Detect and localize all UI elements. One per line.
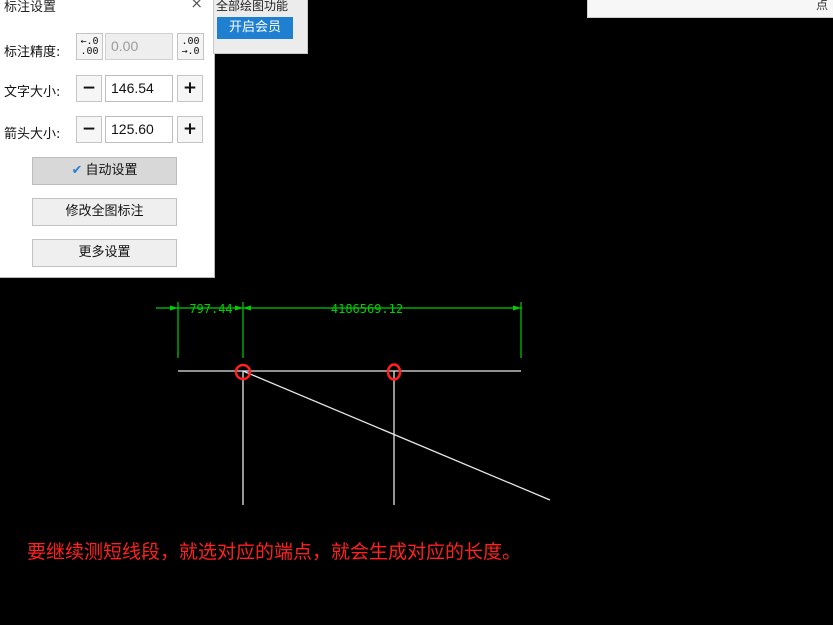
diagonal-line: [242, 370, 551, 501]
arrowhead-left: [170, 305, 178, 311]
cad-drawing-canvas[interactable]: 797.44 4186569.12: [0, 0, 833, 625]
tutorial-caption: 要继续测短线段，就选对应的端点，就会生成对应的长度。: [27, 541, 522, 563]
endpoint-markers[interactable]: [234, 363, 402, 381]
dimension-text-left: 797.44: [189, 302, 232, 316]
arrowhead-middle-right: [243, 305, 251, 311]
dimension-annotation[interactable]: 797.44 4186569.12: [156, 302, 522, 358]
arrowhead-middle-left: [235, 305, 243, 311]
dimension-text-right: 4186569.12: [331, 302, 403, 316]
drawing-geometry[interactable]: [178, 370, 551, 505]
arrowhead-right: [513, 305, 521, 311]
